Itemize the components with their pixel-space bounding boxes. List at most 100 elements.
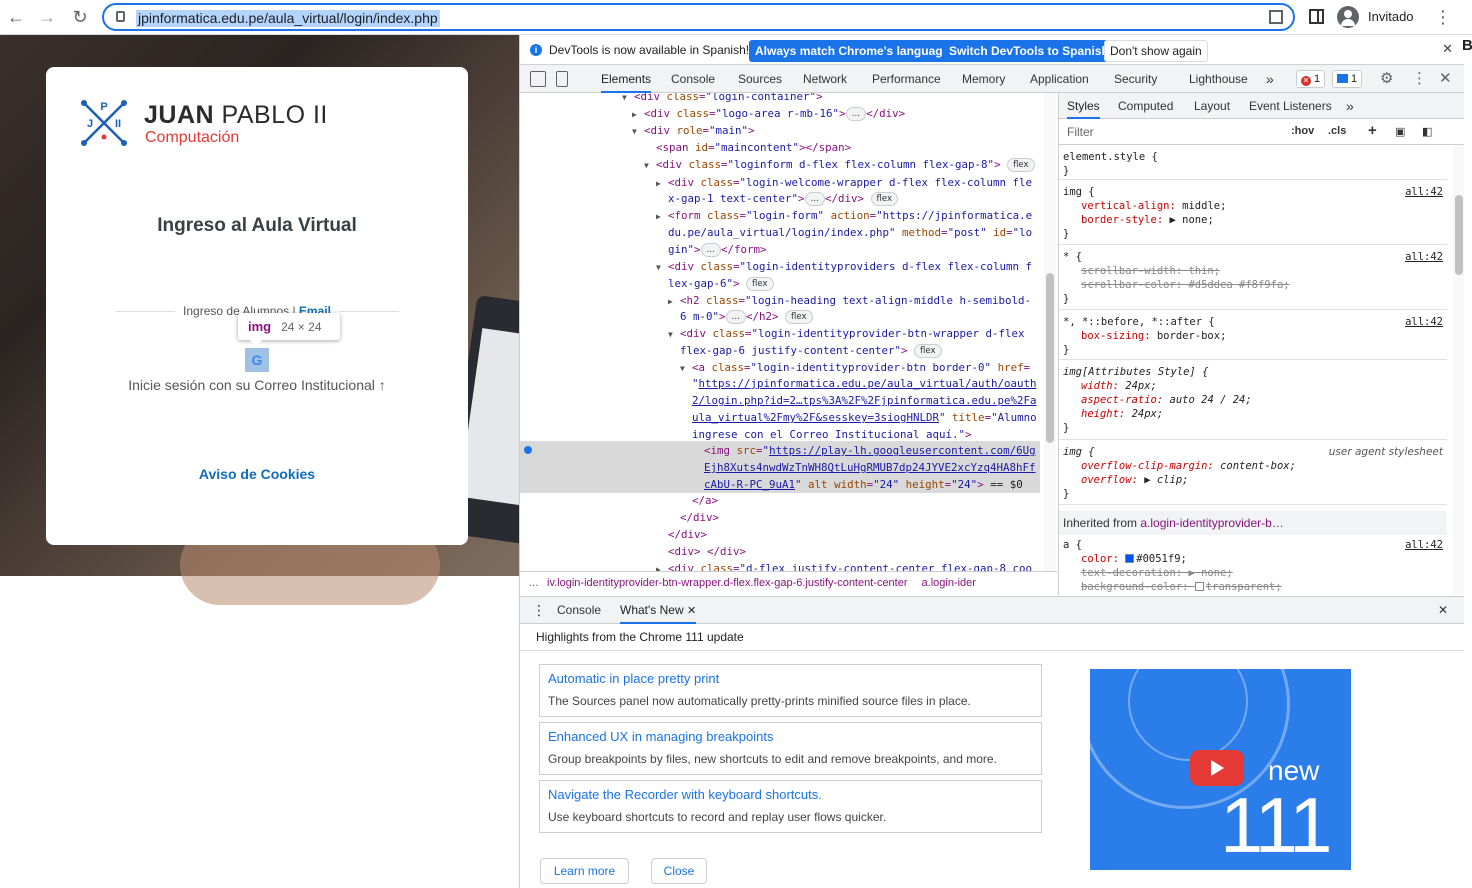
dont-show-button[interactable]: Don't show again [1104, 40, 1208, 62]
paint-icon[interactable]: ▣ [1395, 125, 1405, 138]
logo-letter-ii: II [115, 118, 121, 130]
style-rule[interactable]: img[Attributes Style] { width: 24px; asp… [1059, 365, 1447, 440]
logo-title: JUAN PABLO II [144, 101, 328, 129]
style-rule[interactable]: all:42 img { vertical-align: middle; bor… [1059, 185, 1447, 245]
tab-memory[interactable]: Memory [962, 65, 1005, 93]
qr-icon[interactable] [1269, 10, 1283, 24]
inherited-header: Inherited from a.login-identityprovider-… [1059, 511, 1447, 535]
hov-button[interactable]: :hov [1291, 125, 1314, 137]
url-text[interactable]: jpinformatica.edu.pe/aula_virtual/login/… [136, 10, 440, 27]
chrome-111-video-thumbnail[interactable]: new 111 [1090, 669, 1351, 870]
site-logo[interactable]: P J II JUAN PABLO II Computación [78, 97, 368, 149]
more-tabs-icon[interactable]: » [1346, 93, 1354, 119]
tab-lighthouse[interactable]: Lighthouse [1189, 65, 1248, 93]
settings-icon[interactable]: ⚙ [1380, 69, 1393, 87]
web-page: P J II JUAN PABLO II Computación Ingreso… [0, 35, 519, 888]
style-rule[interactable]: element.style {} [1059, 150, 1447, 180]
side-panel-icon[interactable] [1309, 9, 1324, 24]
feature-description: Group breakpoints by files, new shortcut… [548, 752, 997, 766]
feature-link[interactable]: Automatic in place pretty print [548, 671, 719, 686]
breadcrumb[interactable]: … iv.login-identityprovider-btn-wrapper.d… [520, 571, 1057, 595]
message-badge[interactable]: 1 [1332, 70, 1363, 88]
profile-button[interactable]: Invitado [1337, 5, 1425, 29]
tab-security[interactable]: Security [1114, 65, 1157, 93]
style-rule[interactable]: all:42 * { scrollbar-width: thin; scroll… [1059, 250, 1447, 310]
back-icon[interactable]: ← [4, 5, 28, 29]
tab-application[interactable]: Application [1030, 65, 1089, 93]
sidebar-toggle-icon[interactable]: ◧ [1422, 125, 1432, 138]
drawer-tabbar: ⋮ Console What's New ✕ ✕ [520, 596, 1465, 624]
feature-card[interactable]: Automatic in place pretty print The Sour… [539, 664, 1042, 717]
cls-button[interactable]: .cls [1328, 125, 1346, 137]
whats-new-heading: Highlights from the Chrome 111 update [536, 630, 744, 644]
promo-version: 111 [1220, 781, 1333, 869]
tab-sources[interactable]: Sources [738, 65, 782, 93]
breadcrumb-item[interactable]: iv.login-identityprovider-btn-wrapper.d-… [547, 577, 908, 589]
style-rule[interactable]: all:42 a { color: #0051f9; text-decorati… [1059, 538, 1447, 595]
close-drawer-icon[interactable]: ✕ [1438, 597, 1448, 624]
elements-tree[interactable]: ▼ <div class="login-container"> ▶ <div cla… [520, 93, 1057, 571]
edge-strip: B [1462, 35, 1472, 888]
tab-event-listeners[interactable]: Event Listeners [1249, 93, 1332, 119]
feature-card[interactable]: Enhanced UX in managing breakpoints Grou… [539, 722, 1042, 775]
learn-more-button[interactable]: Learn more [540, 858, 629, 884]
filter-input[interactable]: Filter [1067, 125, 1094, 139]
profile-icon [1337, 6, 1359, 28]
inspect-icon[interactable] [530, 71, 546, 87]
tab-layout[interactable]: Layout [1194, 93, 1230, 119]
lock-icon[interactable] [116, 11, 125, 22]
drawer-tab-whats-new[interactable]: What's New ✕ [620, 597, 697, 624]
logo-letter-p: P [100, 101, 107, 113]
close-tab-icon: ✕ [686, 605, 697, 617]
feature-card[interactable]: Navigate the Recorder with keyboard shor… [539, 780, 1042, 833]
style-rule[interactable]: user agent stylesheet img { overflow-cli… [1059, 445, 1447, 505]
drawer-menu-icon[interactable]: ⋮ [532, 597, 546, 624]
style-rule[interactable]: all:42 *, *::before, *::after { box-sizi… [1059, 315, 1447, 360]
reload-icon[interactable]: ↻ [68, 5, 92, 29]
more-options-icon[interactable]: ⋮ [1412, 69, 1427, 87]
inspect-tooltip: img 24 × 24 [238, 313, 340, 346]
feature-description: Use keyboard shortcuts to record and rep… [548, 810, 887, 824]
styles-pane: Styles Computed Layout Event Listeners »… [1058, 93, 1465, 595]
language-infobar: i DevTools is now available in Spanish! … [520, 35, 1465, 65]
selected-node-dot [524, 446, 532, 454]
drawer-tab-console[interactable]: Console [557, 597, 601, 624]
address-bar[interactable]: jpinformatica.edu.pe/aula_virtual/login/… [102, 3, 1295, 31]
close-devtools-icon[interactable]: ✕ [1439, 69, 1452, 87]
close-icon[interactable]: ✕ [1442, 41, 1453, 57]
tab-styles[interactable]: Styles [1067, 93, 1100, 119]
close-button[interactable]: Close [651, 858, 707, 884]
feature-description: The Sources panel now automatically pret… [548, 694, 971, 708]
match-language-button[interactable]: Always match Chrome's language [749, 40, 956, 62]
tab-console[interactable]: Console [671, 65, 715, 93]
device-toolbar-icon[interactable] [556, 71, 568, 87]
devtools-panel: i DevTools is now available in Spanish! … [519, 35, 1465, 888]
infobar-message: DevTools is now available in Spanish! [549, 43, 750, 57]
breadcrumb-item[interactable]: a.login-ider [922, 577, 976, 589]
tab-performance[interactable]: Performance [872, 65, 941, 93]
feature-link[interactable]: Enhanced UX in managing breakpoints [548, 729, 773, 744]
devtools-tabbar: Elements Console Sources Network Perform… [520, 65, 1465, 93]
elements-scrollbar[interactable] [1044, 93, 1056, 571]
styles-filter[interactable]: Filter :hov .cls + ▣ ◧ [1059, 119, 1465, 145]
tab-computed[interactable]: Computed [1118, 93, 1173, 119]
page-title: Ingreso al Aula Virtual [157, 215, 357, 236]
google-login-button[interactable]: G [245, 348, 269, 372]
login-card: P J II JUAN PABLO II Computación Ingreso… [46, 67, 468, 545]
forward-icon[interactable]: → [35, 5, 59, 29]
tab-network[interactable]: Network [803, 65, 847, 93]
styles-tabbar: Styles Computed Layout Event Listeners » [1059, 93, 1465, 119]
logo-letter-j: J [87, 118, 93, 130]
browser-toolbar: ← → ↻ jpinformatica.edu.pe/aula_virtual/… [0, 0, 1472, 35]
logo-subtitle: Computación [145, 129, 240, 146]
switch-spanish-button[interactable]: Switch DevTools to Spanish [943, 40, 1115, 62]
menu-icon[interactable]: ⋮ [1434, 5, 1452, 29]
feature-link[interactable]: Navigate the Recorder with keyboard shor… [548, 787, 822, 802]
more-tabs-icon[interactable]: » [1266, 65, 1274, 93]
tab-elements[interactable]: Elements [601, 65, 652, 93]
new-rule-icon[interactable]: + [1368, 122, 1377, 139]
cookies-link[interactable]: Aviso de Cookies [46, 466, 468, 482]
signin-text: Inicie sesión con su Correo Instituciona… [128, 377, 386, 393]
error-badge[interactable]: ✕ 1 [1296, 70, 1326, 88]
google-icon: G [251, 352, 263, 368]
